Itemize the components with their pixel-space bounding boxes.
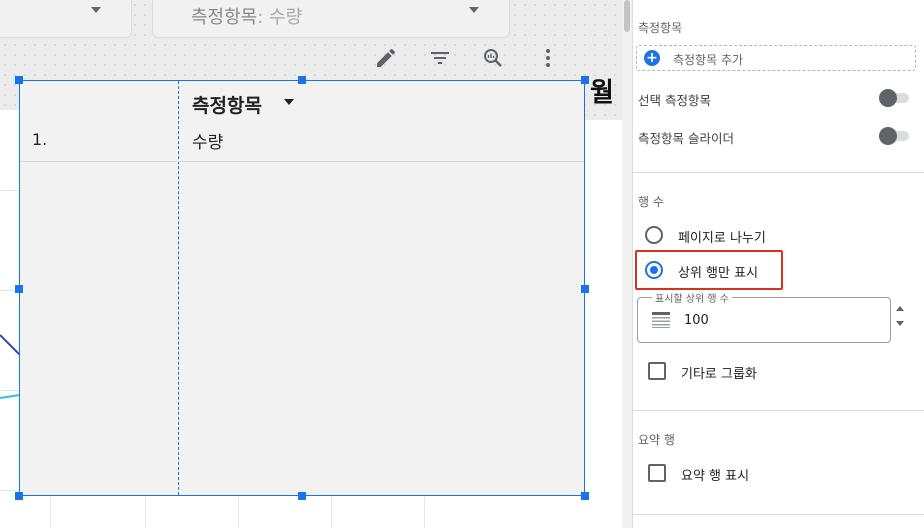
summary-section-label: 요약 행	[638, 433, 675, 447]
properties-panel: 측정항목 + 측정항목 추가 선택 측정항목 측정항목 슬라이더 행 수 페이지…	[632, 0, 924, 528]
report-canvas: 측정항목: 수량 월 측정항목 1. 수량	[0, 0, 622, 528]
section-divider	[633, 410, 924, 411]
top-rows-count-label: 표시할 상위 행 수	[652, 290, 732, 305]
section-divider	[633, 514, 924, 515]
filter-icon[interactable]	[426, 44, 454, 72]
metrics-section-label: 측정항목	[638, 21, 683, 35]
chart-toolbar	[18, 38, 586, 76]
resize-handle[interactable]	[15, 76, 23, 84]
resize-handle[interactable]	[15, 492, 23, 500]
add-metric-button[interactable]: + 측정항목 추가	[636, 45, 916, 71]
scrollbar-thumb[interactable]	[624, 0, 630, 32]
partial-header-text: 월	[590, 78, 614, 108]
metric-selector[interactable]: 측정항목: 수량	[152, 0, 510, 38]
chevron-down-icon	[91, 7, 101, 13]
row-divider	[20, 161, 584, 162]
group-others-checkbox[interactable]	[648, 362, 666, 380]
group-others-label[interactable]: 기타로 그룹화	[681, 363, 757, 382]
top-rows-count-value[interactable]: 100	[684, 313, 709, 328]
metric-slider-toggle[interactable]	[879, 127, 909, 145]
optional-metrics-toggle[interactable]	[879, 89, 909, 107]
add-icon: +	[644, 50, 660, 66]
decrement-icon[interactable]	[896, 321, 904, 326]
rows-section-label: 행 수	[638, 195, 664, 209]
section-divider	[633, 172, 924, 173]
pagination-label[interactable]: 페이지로 나누기	[678, 227, 766, 246]
resize-handle[interactable]	[15, 285, 23, 293]
table-row-index: 1.	[32, 130, 48, 149]
resize-handle[interactable]	[581, 285, 589, 293]
metric-slider-label: 측정항목 슬라이더	[638, 131, 734, 146]
dimension-selector[interactable]	[0, 0, 132, 38]
list-icon	[652, 312, 670, 328]
resize-handle[interactable]	[298, 76, 306, 84]
optional-metrics-label: 선택 측정항목	[638, 93, 711, 108]
column-divider[interactable]	[178, 81, 179, 495]
metric-selector-prefix: 측정항목	[191, 7, 258, 28]
increment-icon[interactable]	[896, 306, 904, 311]
add-metric-label: 측정항목 추가	[673, 53, 744, 67]
table-header-metric[interactable]: 측정항목	[192, 91, 262, 118]
resize-handle[interactable]	[581, 492, 589, 500]
top-rows-count-field[interactable]: 표시할 상위 행 수 100	[637, 290, 891, 343]
show-summary-checkbox[interactable]	[648, 464, 666, 482]
table-chart[interactable]: 측정항목 1. 수량	[19, 80, 585, 496]
show-summary-label[interactable]: 요약 행 표시	[681, 465, 749, 484]
metric-selector-value: : 수량	[257, 7, 303, 28]
chevron-down-icon	[469, 7, 479, 13]
resize-handle[interactable]	[298, 492, 306, 500]
explore-icon[interactable]	[479, 44, 507, 72]
top-rows-label[interactable]: 상위 행만 표시	[678, 262, 758, 281]
sort-down-icon[interactable]	[284, 99, 294, 105]
pencil-icon[interactable]	[372, 44, 400, 72]
more-vert-icon[interactable]	[534, 44, 562, 72]
top-rows-radio[interactable]	[645, 261, 663, 279]
pagination-radio[interactable]	[645, 226, 663, 244]
scrollbar-track[interactable]	[622, 0, 632, 528]
table-cell: 수량	[192, 133, 224, 153]
resize-handle[interactable]	[581, 76, 589, 84]
